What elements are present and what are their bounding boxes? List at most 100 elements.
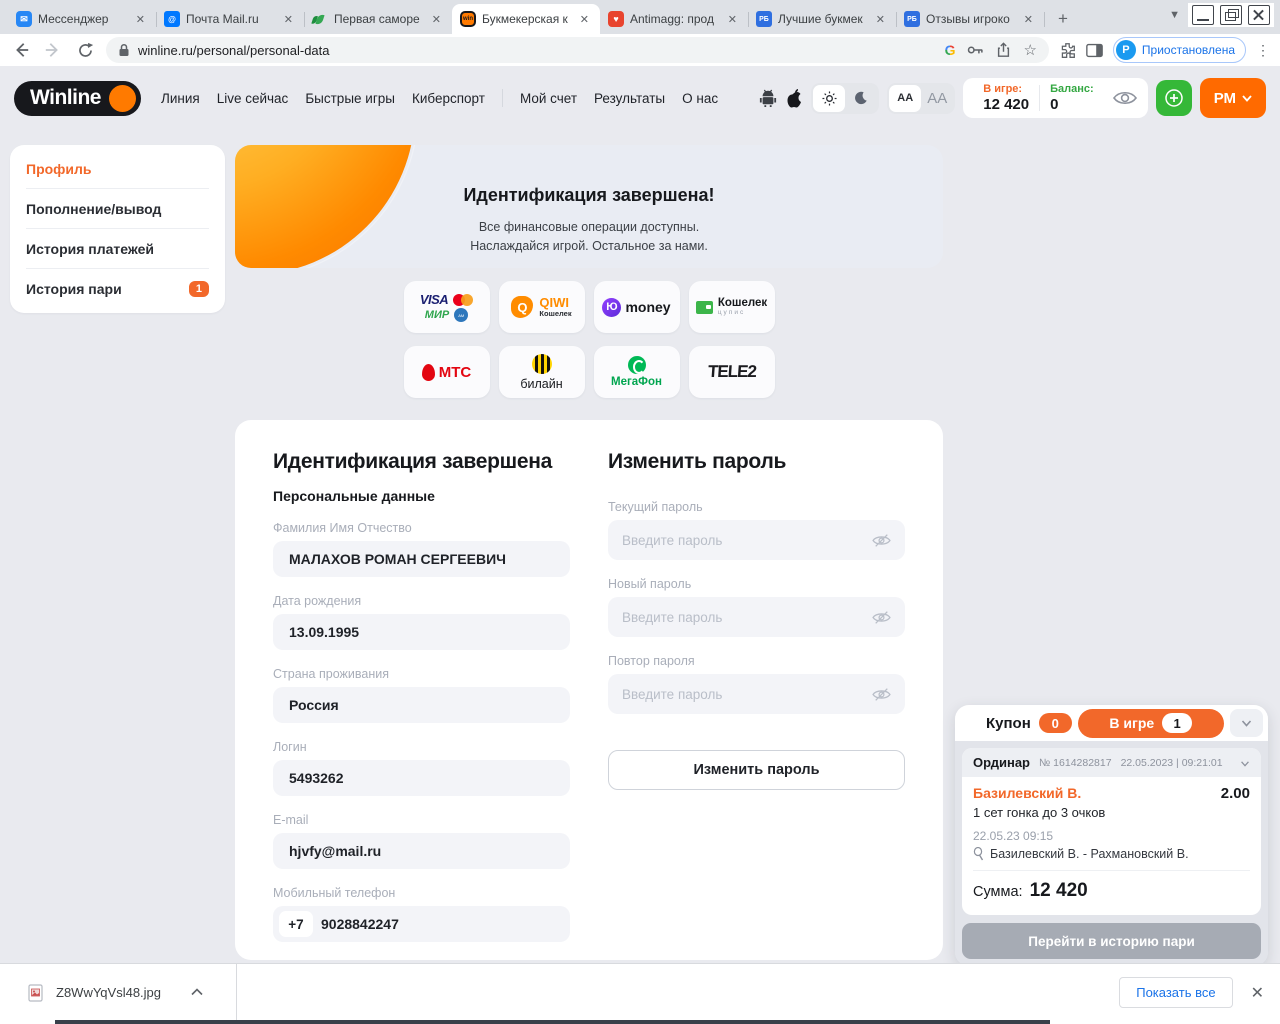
change-password-button[interactable]: Изменить пароль [608, 750, 905, 790]
payment-methods: VISA МИР AM Q QIWI Кошелек [235, 281, 943, 398]
birthdate-field[interactable] [273, 614, 570, 650]
tab-antimagg[interactable]: ♥ Antimagg: прод ✕ [600, 4, 748, 34]
close-window-button[interactable] [1248, 5, 1270, 25]
tab-title: Antimagg: прод [630, 12, 719, 26]
nav-about[interactable]: О нас [682, 91, 718, 106]
tab-messenger[interactable]: ✉ Мессенджер ✕ [8, 4, 156, 34]
winline-logo[interactable]: Winline [14, 81, 141, 116]
download-options-chevron-icon[interactable] [191, 987, 203, 999]
tab-rb-best[interactable]: РБ Лучшие букмек ✕ [748, 4, 896, 34]
browser-profile-pill[interactable]: Р Приостановлена [1113, 37, 1246, 63]
account-button[interactable]: РМ [1200, 78, 1266, 118]
address-bar[interactable]: winline.ru/personal/personal-data G ☆ [106, 37, 1049, 63]
extensions-puzzle-icon[interactable] [1059, 42, 1076, 59]
tab-close-icon[interactable]: ✕ [281, 12, 296, 27]
tab-winline-active[interactable]: win Букмекерская к ✕ [452, 4, 600, 34]
yoomoney-title: money [625, 299, 670, 315]
tab-close-icon[interactable]: ✕ [873, 12, 888, 27]
sidebar-item-profile[interactable]: Профиль [26, 149, 209, 189]
bet-history-button[interactable]: Перейти в историю пари [962, 923, 1261, 959]
sidebar-item-payment-history[interactable]: История платежей [26, 229, 209, 269]
side-panel-icon[interactable] [1086, 43, 1103, 58]
account-initials: РМ [1214, 90, 1236, 107]
new-password-input[interactable] [622, 610, 864, 625]
tab-close-icon[interactable]: ✕ [133, 12, 148, 27]
eye-off-icon[interactable] [872, 533, 891, 548]
sidebar-item-deposit-withdraw[interactable]: Пополнение/вывод [26, 189, 209, 229]
share-icon[interactable] [996, 42, 1011, 58]
eye-off-icon[interactable] [872, 610, 891, 625]
tab-close-icon[interactable]: ✕ [429, 12, 444, 27]
bet-card-header[interactable]: Ординар № 1614282817 22.05.2023 | 09:21:… [962, 748, 1261, 777]
nav-my-account[interactable]: Мой счет [520, 91, 577, 106]
nav-live[interactable]: Live сейчас [217, 91, 289, 106]
restore-button[interactable] [1220, 5, 1242, 25]
chrome-menu-icon[interactable]: ⋮ [1256, 42, 1270, 59]
tab-sro[interactable]: Первая саморе ✕ [304, 4, 452, 34]
personal-data-card: Идентификация завершена Персональные дан… [235, 420, 943, 960]
tab-mailru[interactable]: @ Почта Mail.ru ✕ [156, 4, 304, 34]
tab-close-icon[interactable]: ✕ [577, 12, 592, 27]
bookmark-star-icon[interactable]: ☆ [1023, 43, 1036, 58]
nav-fast-games[interactable]: Быстрые игры [305, 91, 395, 106]
password-key-icon[interactable] [967, 44, 984, 56]
payment-tele2: TELE2 [689, 346, 775, 398]
in-game-tab[interactable]: В игре 1 [1078, 709, 1224, 738]
nav-line[interactable]: Линия [161, 91, 200, 106]
font-small-button[interactable]: AA [889, 85, 921, 112]
tab-search-chevron-icon[interactable]: ▼ [1169, 9, 1180, 21]
nav-esports[interactable]: Киберспорт [412, 91, 485, 106]
theme-toggle [811, 83, 879, 114]
back-button[interactable] [10, 39, 32, 61]
login-field[interactable] [273, 760, 570, 796]
deposit-plus-button[interactable] [1156, 80, 1192, 116]
close-download-bar-icon[interactable]: ✕ [1251, 983, 1264, 1003]
leaf-favicon [312, 11, 328, 27]
font-large-button[interactable]: AA [921, 85, 953, 112]
sidebar-item-bet-history[interactable]: История пари 1 [26, 269, 209, 309]
personal-data-subtitle: Персональные данные [273, 488, 570, 504]
tab-rb-reviews[interactable]: РБ Отзывы игроко ✕ [896, 4, 1044, 34]
tab-close-icon[interactable]: ✕ [725, 12, 740, 27]
new-tab-button[interactable]: + [1050, 6, 1076, 32]
forward-button[interactable] [42, 39, 64, 61]
apple-icon[interactable] [785, 88, 803, 109]
fullname-label: Фамилия Имя Отчество [273, 521, 570, 535]
url-text[interactable]: winline.ru/personal/personal-data [138, 43, 937, 58]
main-navigation: Линия Live сейчас Быстрые игры Киберспор… [161, 89, 718, 107]
reload-button[interactable] [74, 39, 96, 61]
bet-history-badge: 1 [189, 281, 209, 297]
coupon-tab[interactable]: Купон 0 [986, 713, 1072, 733]
mir-logo: МИР [425, 309, 449, 321]
tab-close-icon[interactable]: ✕ [1021, 12, 1036, 27]
eye-icon[interactable] [1112, 89, 1138, 107]
betslip-panel: Купон 0 В игре 1 Ординар № 1614282817 22… [955, 705, 1268, 963]
minimize-button[interactable] [1192, 5, 1214, 25]
phone-field[interactable] [321, 916, 564, 932]
android-icon[interactable] [759, 88, 777, 108]
bet-sum-label: Сумма: [973, 884, 1023, 900]
bet-selection: Базилевский В. [973, 785, 1081, 801]
amex-logo: AM [454, 308, 468, 322]
nav-results[interactable]: Результаты [594, 91, 665, 106]
eye-off-icon[interactable] [872, 687, 891, 702]
tele2-title: TELE2 [707, 362, 756, 382]
beeline-title: билайн [520, 377, 562, 391]
repeat-password-input[interactable] [622, 687, 864, 702]
downloaded-file-chip[interactable]: Z8WwYqVsl48.jpg [0, 964, 237, 1021]
email-field[interactable] [273, 833, 570, 869]
current-password-input[interactable] [622, 533, 864, 548]
dark-theme-button[interactable] [845, 85, 877, 112]
profile-avatar[interactable]: Р [1116, 40, 1136, 60]
betslip-collapse-button[interactable] [1230, 709, 1263, 737]
payment-mts: МТС [404, 346, 490, 398]
sidebar-item-label: История платежей [26, 241, 154, 257]
chevron-down-icon[interactable] [1240, 754, 1250, 772]
google-icon[interactable]: G [945, 42, 956, 58]
show-all-downloads-button[interactable]: Показать все [1119, 977, 1232, 1008]
light-theme-button[interactable] [813, 85, 845, 112]
bet-card: Ординар № 1614282817 22.05.2023 | 09:21:… [962, 748, 1261, 915]
fullname-field[interactable] [273, 541, 570, 577]
country-field[interactable] [273, 687, 570, 723]
tab-title: Лучшие букмек [778, 12, 867, 26]
